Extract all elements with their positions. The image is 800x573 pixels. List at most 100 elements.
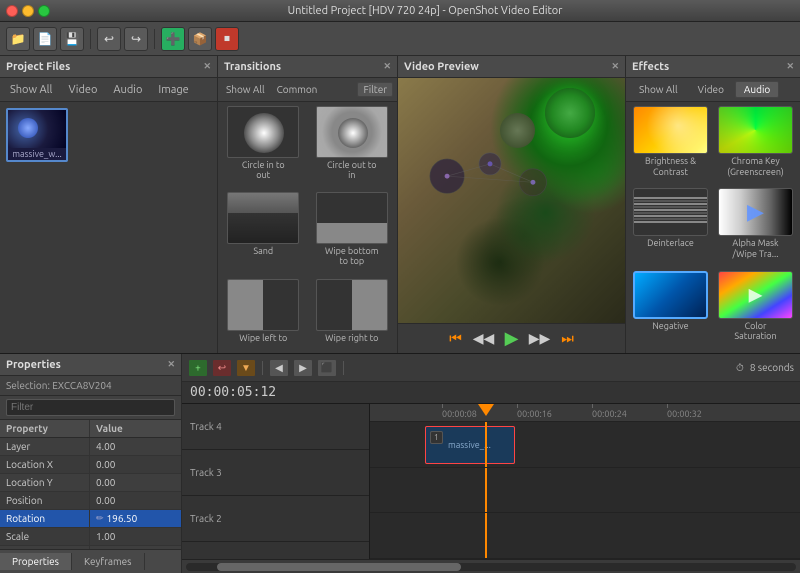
effect-negative[interactable]: Negative [630, 271, 711, 349]
preview-title: Video Preview [404, 61, 479, 73]
properties-title: Properties [6, 359, 61, 371]
transition-wipe-right[interactable]: Wipe right to [311, 279, 394, 349]
skip-forward-button[interactable]: ⏭ [558, 329, 578, 349]
tab-image[interactable]: Image [154, 82, 192, 98]
tl-filter-button[interactable]: ▼ [236, 359, 256, 377]
project-files-header: Project Files ✕ [0, 56, 217, 78]
ruler-tick-1: 00:00:08 [442, 409, 477, 419]
tab-show-all[interactable]: Show All [6, 82, 56, 98]
properties-selection: Selection: EXCCA8V204 [0, 376, 181, 396]
add-button[interactable]: ➕ [161, 27, 185, 51]
preview-overlay-svg [398, 78, 625, 207]
properties-table-header: Property Value [0, 420, 181, 438]
file-item[interactable]: massive_w... [6, 108, 68, 162]
ruler-tick-4: 00:00:32 [667, 409, 702, 419]
prop-row-location-x[interactable]: Location X 0.00 [0, 456, 181, 474]
effect-alpha[interactable]: Alpha Mask/Wipe Tra... [715, 188, 796, 266]
tab-audio[interactable]: Audio [109, 82, 146, 98]
project-files-panel: Project Files ✕ Show All Video Audio Ima… [0, 56, 218, 353]
skip-back-button[interactable]: ⏮ [446, 329, 466, 349]
new-button[interactable]: 📁 [6, 27, 30, 51]
transition-circle-in[interactable]: Circle in toout [222, 106, 305, 186]
track-clip-video[interactable]: 1 massive_... [425, 426, 515, 464]
effect-thumb-alpha [718, 188, 793, 236]
transitions-title: Transitions [224, 61, 281, 73]
properties-close-icon[interactable]: ✕ [167, 359, 175, 370]
effects-tab-video[interactable]: Video [689, 81, 733, 98]
playhead-line [485, 422, 487, 467]
tab-video[interactable]: Video [64, 82, 101, 98]
tl-stop-button[interactable]: ⬛ [317, 359, 337, 377]
minimize-button[interactable] [22, 5, 34, 17]
project-files-content: massive_w... [0, 102, 217, 353]
prop-cell-layer-value: 4.00 [90, 438, 181, 455]
effects-panel: Effects ✕ Show All Video Audio Brightnes… [625, 56, 800, 353]
prop-cell-location-y-name: Location Y [0, 474, 90, 491]
titlebar-buttons [6, 5, 50, 17]
fast-forward-button[interactable]: ▶▶ [530, 329, 550, 349]
properties-filter-input[interactable] [6, 399, 175, 416]
stop-button[interactable]: ⏹ [215, 27, 239, 51]
transitions-panel: Transitions ✕ Show All Common Filter Cir… [218, 56, 398, 353]
prop-row-position[interactable]: Position 0.00 [0, 492, 181, 510]
transition-thumb-circle-out [316, 106, 388, 158]
properties-footer-tabs: Properties Keyframes [0, 549, 181, 573]
transition-wipe-bottom[interactable]: Wipe bottomto top [311, 192, 394, 272]
transitions-filter-bar: Show All Common Filter [218, 78, 397, 102]
effects-tabs-bar: Show All Video Audio [626, 78, 800, 102]
rewind-button[interactable]: ◀◀ [474, 329, 494, 349]
transitions-close-icon[interactable]: ✕ [383, 61, 391, 72]
effect-chroma[interactable]: Chroma Key(Greenscreen) [715, 106, 796, 184]
effects-tab-audio[interactable]: Audio [735, 81, 779, 98]
effects-close-icon[interactable]: ✕ [786, 61, 794, 72]
maximize-button[interactable] [38, 5, 50, 17]
package-button[interactable]: 📦 [188, 27, 212, 51]
tl-play-button[interactable]: ▶ [293, 359, 313, 377]
effect-deinterlace[interactable]: Deinterlace [630, 188, 711, 266]
play-button[interactable]: ▶ [502, 329, 522, 349]
prop-row-location-y[interactable]: Location Y 0.00 [0, 474, 181, 492]
effect-brightness[interactable]: Brightness &Contrast [630, 106, 711, 184]
save-button[interactable]: 💾 [60, 27, 84, 51]
trans-tab-common[interactable]: Common [273, 82, 322, 97]
scrollbar-thumb[interactable] [217, 563, 461, 571]
transition-label-circle-in: Circle in toout [242, 160, 285, 180]
trans-tab-all[interactable]: Show All [222, 82, 269, 97]
tl-add-button[interactable]: + [188, 359, 208, 377]
timeline-scrollbar[interactable] [182, 559, 800, 573]
undo-button[interactable]: ↩ [97, 27, 121, 51]
prop-row-scale[interactable]: Scale 1.00 [0, 528, 181, 546]
prop-row-layer[interactable]: Layer 4.00 [0, 438, 181, 456]
close-button[interactable] [6, 5, 18, 17]
track-row-2 [370, 513, 800, 559]
effect-color-sat[interactable]: ColorSaturation [715, 271, 796, 349]
clip-badge: 1 [430, 431, 443, 444]
tl-sep-2 [343, 361, 344, 375]
timeline-ruler: 00:00:08 00:00:16 00:00:24 00:00:32 [370, 404, 800, 422]
toolbar-sep-1 [90, 29, 91, 49]
transition-wipe-left[interactable]: Wipe left to [222, 279, 305, 349]
transition-sand[interactable]: Sand [222, 192, 305, 272]
tab-keyframes[interactable]: Keyframes [72, 553, 145, 570]
redo-button[interactable]: ↪ [124, 27, 148, 51]
toolbar-sep-2 [154, 29, 155, 49]
effects-tab-all[interactable]: Show All [630, 81, 687, 98]
tl-remove-button[interactable]: ↩ [212, 359, 232, 377]
preview-video-area[interactable] [398, 78, 625, 323]
transition-circle-out[interactable]: Circle out toin [311, 106, 394, 186]
tab-properties[interactable]: Properties [0, 553, 72, 570]
panel-menu-icon[interactable]: ✕ [203, 61, 211, 72]
transitions-panel-icons: ✕ [383, 61, 391, 72]
prop-cell-rotation-name: Rotation [0, 510, 90, 527]
video-preview-panel: Video Preview ✕ [398, 56, 625, 353]
transition-thumb-sand [227, 192, 299, 244]
open-button[interactable]: 📄 [33, 27, 57, 51]
transitions-filter-button[interactable]: Filter [357, 82, 393, 97]
transition-thumb-circle-in [227, 106, 299, 158]
tl-prev-button[interactable]: ◀ [269, 359, 289, 377]
prop-cell-location-x-value: 0.00 [90, 456, 181, 473]
prop-row-rotation[interactable]: Rotation ✏ 196.50 [0, 510, 181, 528]
track-label-4: Track 4 [182, 404, 369, 450]
properties-table: Property Value Layer 4.00 Location X 0.0… [0, 420, 181, 549]
preview-close-icon[interactable]: ✕ [611, 61, 619, 72]
